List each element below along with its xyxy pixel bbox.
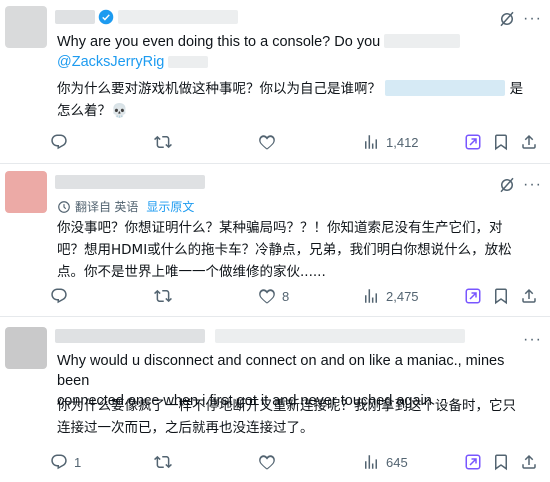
redacted-text (385, 80, 506, 96)
views-count: 645 (386, 454, 408, 470)
post-3[interactable]: ··· Why would u disconnect and connect o… (0, 316, 550, 482)
action-bar: 1 645 (50, 450, 540, 474)
more-options-icon[interactable]: ··· (523, 332, 542, 348)
like-button[interactable] (258, 450, 282, 474)
like-button[interactable]: 8 (258, 284, 289, 308)
post-text-line: 你没事吧？你想证明什么？某种骗局吗？？！你知道索尼没有生产它们，对 (57, 220, 503, 236)
avatar[interactable] (5, 171, 47, 213)
post-text-cn: 你为什么要对游戏机做这种事呢？你以为自己是谁啊？ 是 怎么着？💀 (57, 78, 537, 122)
post-text-line: 你为什么要对游戏机做这种事呢？你以为自己是谁啊？ (57, 81, 381, 97)
handle-redacted (215, 329, 465, 343)
reply-count: 1 (74, 454, 82, 470)
avatar[interactable] (5, 327, 47, 369)
views-button[interactable]: 2,475 (362, 284, 419, 308)
action-bar: 1,412 (50, 130, 540, 154)
bookmark-button[interactable] (492, 450, 510, 474)
share-button[interactable] (520, 450, 538, 474)
avatar[interactable] (5, 6, 47, 48)
bookmark-icon (492, 287, 510, 305)
repost-button[interactable] (154, 450, 178, 474)
repost-button[interactable] (154, 130, 178, 154)
share-button[interactable] (520, 130, 538, 154)
reply-icon (50, 453, 68, 471)
verified-badge-icon (98, 9, 114, 25)
repost-icon (154, 453, 172, 471)
heart-icon (258, 453, 276, 471)
post-text-line: Why would u disconnect and connect on an… (57, 353, 505, 389)
reply-button[interactable]: 1 (50, 450, 81, 474)
like-button[interactable] (258, 130, 282, 154)
username-redacted[interactable] (55, 175, 205, 189)
show-original-link[interactable]: 显示原文 (146, 198, 194, 215)
reply-icon (50, 133, 68, 151)
bookmark-button[interactable] (492, 130, 510, 154)
like-count: 8 (282, 288, 290, 304)
post-text-cn: 你没事吧？你想证明什么？某种骗局吗？？！你知道索尼没有生产它们，对 吧？想用HD… (57, 217, 537, 283)
reply-button[interactable] (50, 130, 74, 154)
grok-button[interactable] (464, 284, 482, 308)
handle-redacted (118, 10, 238, 24)
share-icon (520, 287, 538, 305)
post-text-line: 怎么着？💀 (57, 103, 128, 119)
post-text-line: 连接过一次而已，之后就再也没连接过了。 (57, 420, 314, 436)
grok-button[interactable] (464, 450, 482, 474)
views-icon (362, 453, 380, 471)
share-icon (520, 133, 538, 151)
views-count: 2,475 (386, 288, 419, 304)
grok-action-icon (464, 133, 482, 151)
username-redacted[interactable] (55, 10, 95, 24)
views-button[interactable]: 1,412 (362, 130, 419, 154)
post-text-line: 你为什么要像疯了一样不停地断开又重新连接呢？我刚拿到这个设备时，它只 (57, 398, 516, 414)
post-text-line: 点。你不是世界上唯一一个做维修的家伙...... (57, 264, 326, 280)
grok-button[interactable] (464, 130, 482, 154)
bookmark-icon (492, 453, 510, 471)
share-button[interactable] (520, 284, 538, 308)
username-redacted[interactable] (55, 329, 205, 343)
share-icon (520, 453, 538, 471)
grok-icon[interactable] (498, 176, 516, 194)
views-count: 1,412 (386, 134, 419, 150)
repost-icon (154, 133, 172, 151)
bookmark-icon (492, 133, 510, 151)
heart-icon (258, 133, 276, 151)
post-1[interactable]: ··· Why are you even doing this to a con… (0, 0, 550, 163)
views-icon (362, 287, 380, 305)
mention-link[interactable]: @ZacksJerryRig (57, 54, 164, 70)
more-options-icon[interactable]: ··· (523, 11, 542, 27)
grok-icon[interactable] (498, 10, 516, 28)
post-2[interactable]: ··· 翻译自 英语 显示原文 你没事吧？你想证明什么？某种骗局吗？？！你知道索… (0, 163, 550, 316)
views-button[interactable]: 645 (362, 450, 408, 474)
post-text-line: 吧？想用HDMI或什么的拖卡车？冷静点，兄弟，我们明白你想说什么，放松 (57, 242, 512, 258)
post-text-line: Why are you even doing this to a console… (57, 34, 381, 50)
repost-button[interactable] (154, 284, 178, 308)
bookmark-button[interactable] (492, 284, 510, 308)
reply-icon (50, 287, 68, 305)
more-options-icon[interactable]: ··· (523, 177, 542, 193)
redacted-text (384, 34, 461, 48)
grok-action-icon (464, 287, 482, 305)
views-icon (362, 133, 380, 151)
post-text-en: Why are you even doing this to a console… (57, 32, 537, 72)
heart-icon (258, 287, 276, 305)
translate-label: 翻译自 英语 (75, 200, 139, 214)
translate-icon (58, 200, 70, 213)
repost-icon (154, 287, 172, 305)
action-bar: 8 2,475 (50, 284, 540, 308)
grok-action-icon (464, 453, 482, 471)
translation-note: 翻译自 英语 显示原文 (57, 198, 194, 215)
redacted-text (168, 56, 209, 68)
post-text-line: 是 (509, 81, 524, 97)
reply-button[interactable] (50, 284, 74, 308)
post-text-cn: 你为什么要像疯了一样不停地断开又重新连接呢？我刚拿到这个设备时，它只 连接过一次… (57, 395, 537, 439)
